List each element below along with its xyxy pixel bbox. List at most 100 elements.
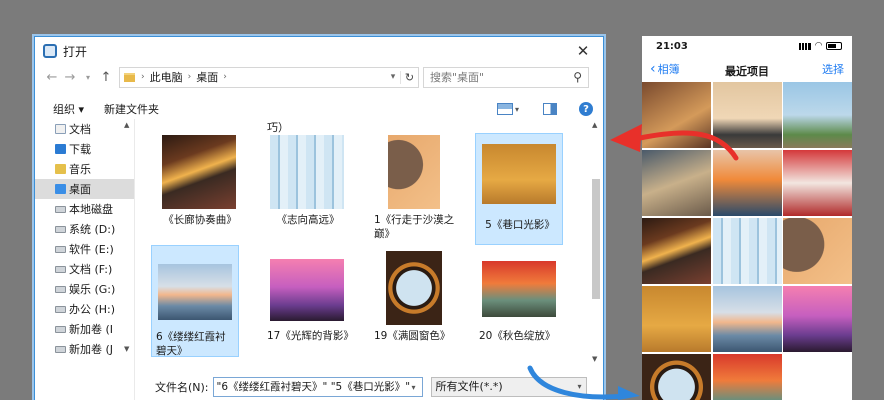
breadcrumb-desktop[interactable]: 桌面 — [196, 69, 218, 85]
view-dropdown-icon[interactable]: ▾ — [515, 105, 519, 114]
nav-item-label: 新加卷 (J — [69, 343, 114, 356]
filename-input[interactable]: "6《缕缕红霞衬碧天》" "5《巷口光影》" — [212, 377, 423, 397]
nav-item-drive-h[interactable]: 办公 (H:) — [35, 299, 134, 319]
photo-thumbnail[interactable] — [712, 150, 782, 216]
organize-menu[interactable]: 组织 ▾ — [53, 101, 84, 117]
dialog-titlebar: 打开 ✕ — [35, 37, 603, 65]
file-tile[interactable]: 《长廊协奏曲》 — [155, 129, 243, 241]
dialog-title: 打开 — [63, 44, 88, 59]
nav-item-label: 文档 — [69, 123, 91, 136]
recent-dropdown-button[interactable]: ▾ — [79, 73, 97, 82]
file-name: 《志向高远》 — [276, 214, 340, 226]
nav-scrollbar[interactable]: ▲ ▼ — [122, 119, 134, 400]
nav-item-drive-d[interactable]: 系统 (D:) — [35, 219, 134, 239]
close-button[interactable]: ✕ — [563, 37, 603, 65]
refresh-button[interactable]: ↻ — [400, 70, 418, 84]
breadcrumb-this-pc[interactable]: 此电脑 — [150, 69, 183, 85]
filetype-select[interactable]: 所有文件(*.*) ▾ — [430, 377, 587, 397]
address-bar[interactable]: › 此电脑 › 桌面 › ▾ ↻ — [119, 66, 419, 88]
back-button[interactable]: ← — [43, 70, 61, 85]
file-name: 17《光辉的背影》 — [267, 330, 354, 342]
nav-item-label: 办公 (H:) — [69, 303, 116, 316]
photo-thumbnail[interactable] — [712, 286, 782, 352]
file-thumbnail — [270, 135, 344, 209]
file-thumbnail — [270, 259, 344, 321]
phone-photo-picker: 21:03 ◠ ‹ 相簿 选择 最近项目 — [642, 36, 852, 400]
nav-item-drive-i[interactable]: 新加卷 (I — [35, 319, 134, 339]
photo-thumbnail[interactable] — [783, 82, 852, 148]
music-icon — [55, 164, 66, 174]
photo-thumbnail[interactable] — [783, 286, 852, 352]
filename-row: 文件名(N): "6《缕缕红霞衬碧天》" "5《巷口光影》" ▾ 所有文件(*.… — [155, 377, 587, 397]
nav-item-documents[interactable]: 文档 — [35, 119, 134, 139]
scroll-down-icon[interactable]: ▼ — [124, 345, 129, 353]
photo-thumbnail[interactable] — [642, 82, 711, 148]
drive-icon — [55, 226, 66, 233]
file-thumbnail — [158, 264, 232, 320]
drive-icon — [55, 346, 66, 353]
chevron-right-icon: › — [187, 72, 192, 82]
photo-thumbnail[interactable] — [642, 150, 711, 216]
photo-thumbnail[interactable] — [642, 354, 711, 400]
preview-pane-icon[interactable] — [543, 103, 557, 115]
file-name: 1《行走于沙漠之巅》 — [374, 214, 455, 240]
scroll-up-icon[interactable]: ▲ — [592, 121, 597, 129]
open-file-dialog: 打开 ✕ ← → ▾ ↑ › 此电脑 › 桌面 › ▾ ↻ 搜索"桌面" ⚲ 组… — [34, 36, 604, 400]
chevron-right-icon: › — [223, 72, 227, 82]
app-icon — [43, 44, 57, 58]
file-thumbnail — [388, 135, 440, 209]
photo-thumbnail[interactable] — [712, 82, 782, 148]
drive-icon — [55, 246, 66, 253]
nav-item-drive-j[interactable]: 新加卷 (J — [35, 339, 134, 359]
file-tile-selected[interactable]: 6《缕缕红霞衬碧天》 — [151, 245, 239, 357]
file-name: 《长廊协奏曲》 — [163, 214, 237, 226]
album-title: 最近项目 — [725, 65, 769, 78]
file-thumbnail — [162, 135, 236, 209]
change-view-icon[interactable] — [496, 103, 513, 115]
navigation-pane: 文档 下载 音乐 桌面 本地磁盘 系统 (D:) 软件 (E:) 文档 (F:)… — [35, 119, 135, 400]
forward-button[interactable]: → — [61, 70, 79, 85]
nav-item-local-disk[interactable]: 本地磁盘 — [35, 199, 134, 219]
signal-icon — [799, 42, 812, 50]
file-tile-selected[interactable]: 5《巷口光影》 — [475, 133, 563, 245]
chevron-down-icon[interactable]: ▾ — [407, 383, 421, 392]
nav-item-drive-f[interactable]: 文档 (F:) — [35, 259, 134, 279]
scroll-up-icon[interactable]: ▲ — [124, 121, 129, 129]
up-button[interactable]: ↑ — [97, 70, 115, 85]
file-tile[interactable]: 20《秋色绽放》 — [475, 245, 563, 357]
help-icon[interactable]: ? — [579, 102, 593, 116]
nav-item-downloads[interactable]: 下载 — [35, 139, 134, 159]
file-tile[interactable]: 19《满圆窗色》 — [370, 245, 458, 357]
new-folder-button[interactable]: 新建文件夹 — [104, 101, 159, 117]
nav-item-label: 下载 — [69, 143, 91, 156]
address-dropdown-button[interactable]: ▾ — [386, 72, 400, 82]
status-time: 21:03 — [656, 40, 688, 52]
file-list: 巧） 《长廊协奏曲》 《志向高远》 1《行走于沙漠之巅》 5《巷口光影》 6《缕… — [135, 119, 603, 400]
nav-item-drive-g[interactable]: 娱乐 (G:) — [35, 279, 134, 299]
nav-item-drive-e[interactable]: 软件 (E:) — [35, 239, 134, 259]
file-tile[interactable]: 17《光辉的背影》 — [263, 245, 354, 357]
download-icon — [55, 144, 66, 154]
photo-thumbnail[interactable] — [712, 218, 782, 284]
close-icon: ✕ — [576, 42, 590, 60]
nav-item-desktop[interactable]: 桌面 — [35, 179, 134, 199]
photo-thumbnail[interactable] — [642, 218, 711, 284]
photo-thumbnail[interactable] — [642, 286, 711, 352]
scrollbar-thumb[interactable] — [592, 179, 600, 299]
file-tile[interactable]: 1《行走于沙漠之巅》 — [370, 129, 458, 241]
drive-icon — [55, 326, 66, 333]
nav-item-label: 系统 (D:) — [69, 223, 116, 236]
photo-thumbnail[interactable] — [712, 354, 782, 400]
drive-icon — [55, 266, 66, 273]
file-name: 5《巷口光影》 — [485, 219, 555, 231]
photo-thumbnail[interactable] — [783, 150, 852, 216]
search-input[interactable]: 搜索"桌面" ⚲ — [423, 66, 589, 88]
documents-icon — [55, 124, 66, 134]
photo-thumbnail[interactable] — [783, 218, 852, 284]
filetype-value: 所有文件(*.*) — [435, 380, 503, 393]
filename-label: 文件名(N): — [155, 381, 209, 394]
scroll-down-icon[interactable]: ▼ — [592, 355, 597, 363]
file-tile[interactable]: 《志向高远》 — [263, 129, 351, 241]
file-list-scrollbar[interactable]: ▲ ▼ — [589, 119, 603, 400]
nav-item-music[interactable]: 音乐 — [35, 159, 134, 179]
